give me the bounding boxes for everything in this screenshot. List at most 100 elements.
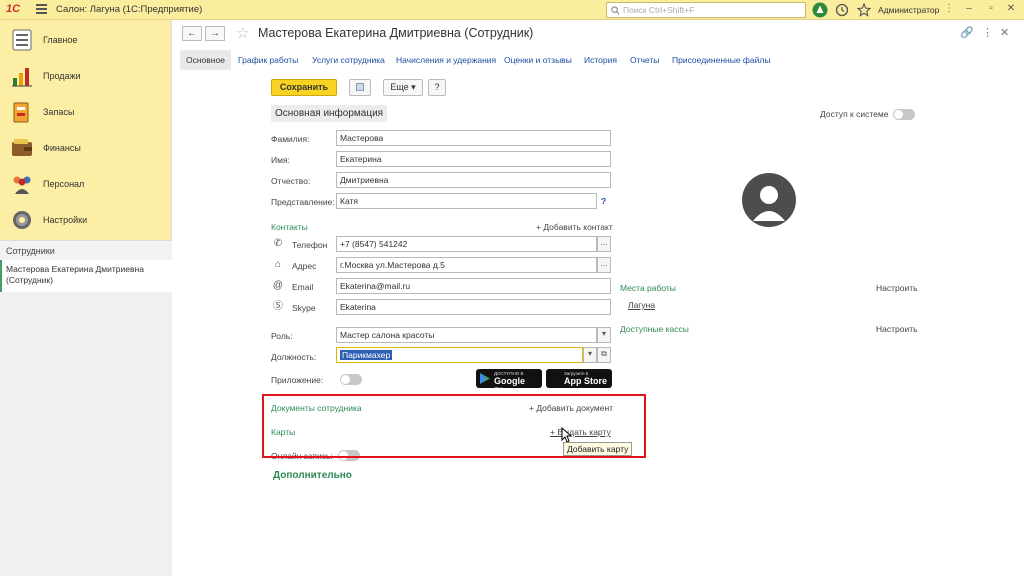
lastname-label: Фамилия: xyxy=(271,134,310,144)
tab-payroll[interactable]: Начисления и удержания xyxy=(390,50,502,70)
phone-select-button[interactable]: ... xyxy=(597,236,611,252)
skype-icon: Ⓢ xyxy=(273,301,283,312)
display-help-icon[interactable]: ? xyxy=(601,196,606,206)
role-field[interactable]: Мастер салона красоты xyxy=(336,327,597,343)
tab-history[interactable]: История xyxy=(578,50,623,70)
cash-header: Доступные кассы xyxy=(620,324,689,334)
app-toggle[interactable] xyxy=(340,374,362,385)
close-window-icon[interactable]: ✕ xyxy=(1004,3,1018,14)
access-toggle[interactable] xyxy=(893,109,915,120)
sidebar-item-sales[interactable]: Продажи xyxy=(0,58,172,94)
title-bar: 1С Салон: Лагуна (1С:Предприятие) Поиск … xyxy=(0,0,1024,20)
sidebar-item-settings[interactable]: Настройки xyxy=(0,202,172,238)
minimize-icon[interactable]: – xyxy=(962,3,976,14)
cash-configure-link[interactable]: Настроить xyxy=(876,324,918,334)
workplaces-configure-link[interactable]: Настроить xyxy=(876,283,918,293)
address-label: Адрес xyxy=(292,261,317,271)
help-button[interactable]: ? xyxy=(428,79,446,96)
home-icon: ⌂ xyxy=(274,259,282,270)
display-name-label: Представление: xyxy=(271,197,335,207)
wallet-icon xyxy=(12,139,32,156)
close-form-icon[interactable]: ✕ xyxy=(1000,26,1009,39)
phone-label: Телефон xyxy=(292,240,328,250)
role-dropdown-button[interactable]: ▾ xyxy=(597,327,611,343)
more-button[interactable]: Еще ▾ xyxy=(383,79,423,96)
forward-button[interactable]: → xyxy=(205,26,225,41)
position-open-button[interactable]: ⧉ xyxy=(597,347,611,363)
current-user[interactable]: Администратор xyxy=(878,5,939,15)
firstname-field[interactable]: Екатерина xyxy=(336,151,611,167)
link-icon[interactable]: 🔗 xyxy=(960,26,974,39)
phone-field[interactable]: +7 (8547) 541242 xyxy=(336,236,597,252)
patronymic-label: Отчество: xyxy=(271,176,311,186)
open-windows-title: Сотрудники xyxy=(6,246,55,256)
open-window-label: Мастерова Екатерина Дмитриевна (Сотрудни… xyxy=(6,264,144,285)
box-icon xyxy=(13,102,29,123)
sidebar-item-staff[interactable]: Персонал xyxy=(0,166,172,202)
display-name-field[interactable]: Катя xyxy=(336,193,597,209)
open-windows-header: Сотрудники xyxy=(0,240,172,260)
gear-icon xyxy=(13,211,31,229)
lastname-field[interactable]: Мастерова xyxy=(336,130,611,146)
sidebar-item-stock[interactable]: Запасы xyxy=(0,94,172,130)
email-label: Email xyxy=(292,282,314,292)
tab-services[interactable]: Услуги сотрудника xyxy=(306,50,391,70)
search-icon xyxy=(611,6,620,15)
contacts-header: Контакты xyxy=(271,222,308,232)
section-main-info: Основная информация xyxy=(271,105,388,122)
tab-reviews[interactable]: Оценки и отзывы xyxy=(498,50,578,70)
app-store-badge[interactable]: Загрузите в App Store xyxy=(546,369,612,388)
floppy-icon xyxy=(356,83,364,91)
sidebar-item-main[interactable]: Главное xyxy=(0,22,172,58)
google-play-icon xyxy=(480,373,490,384)
sidebar-empty-area xyxy=(0,292,172,576)
position-field[interactable]: Парикмахер xyxy=(336,347,583,363)
role-label: Роль: xyxy=(271,331,293,341)
menu-lines-icon xyxy=(12,29,32,51)
google-play-badge[interactable]: ДОСТУПНО В Google Play xyxy=(476,369,542,396)
position-label: Должность: xyxy=(271,352,317,362)
add-card-tooltip: Добавить карту xyxy=(563,442,633,456)
sidebar-item-finance[interactable]: Финансы xyxy=(0,130,172,166)
tab-main[interactable]: Основное xyxy=(180,50,231,70)
at-icon: @ xyxy=(272,280,284,291)
workplace-item[interactable]: Лагуна xyxy=(628,300,655,310)
tab-attached-files[interactable]: Присоединенные файлы xyxy=(666,50,776,70)
tab-reports[interactable]: Отчеты xyxy=(624,50,665,70)
sidebar-item-label: Настройки xyxy=(43,215,88,225)
employee-photo[interactable] xyxy=(742,173,796,227)
patronymic-field[interactable]: Дмитриевна xyxy=(336,172,611,188)
save-icon-button[interactable] xyxy=(349,79,371,96)
skype-field[interactable]: Ekaterina xyxy=(336,299,611,315)
skype-label: Skype xyxy=(292,303,316,313)
tab-schedule[interactable]: График работы xyxy=(232,50,304,70)
additional-section-header[interactable]: Дополнительно xyxy=(273,470,352,481)
history-icon[interactable] xyxy=(834,2,850,18)
global-search-input[interactable]: Поиск Ctrl+Shift+F xyxy=(606,2,806,18)
app-logo: 1С xyxy=(6,3,21,15)
favorites-star-icon[interactable] xyxy=(856,2,872,18)
hamburger-menu-icon[interactable] xyxy=(36,4,47,15)
notifications-icon[interactable] xyxy=(812,2,828,18)
people-icon xyxy=(13,176,31,194)
address-field[interactable]: г.Москва ул.Мастерова д.5 xyxy=(336,257,597,273)
position-selected-text: Парикмахер xyxy=(340,350,393,360)
form-menu-icon[interactable]: ⋮ xyxy=(982,26,993,39)
firstname-label: Имя: xyxy=(271,155,290,165)
email-field[interactable]: Ekaterina@mail.ru xyxy=(336,278,611,294)
form-tabs: Основное График работы Услуги сотрудника… xyxy=(180,50,1020,70)
favorite-star-icon[interactable]: ☆ xyxy=(236,24,249,42)
search-placeholder: Поиск Ctrl+Shift+F xyxy=(623,5,695,15)
open-window-item[interactable]: Мастерова Екатерина Дмитриевна (Сотрудни… xyxy=(0,260,172,292)
person-silhouette-icon xyxy=(753,186,785,221)
position-dropdown-button[interactable]: ▾ xyxy=(583,347,597,363)
save-button[interactable]: Сохранить xyxy=(271,79,337,96)
maximize-icon[interactable]: ▫ xyxy=(984,3,998,14)
back-button[interactable]: ← xyxy=(182,26,202,41)
window-menu-icon[interactable]: ⋮ xyxy=(942,3,956,14)
sidebar-item-label: Главное xyxy=(43,35,78,45)
add-contact-link[interactable]: + Добавить контакт xyxy=(536,222,613,232)
mouse-pointer-icon xyxy=(561,427,573,443)
address-select-button[interactable]: ... xyxy=(597,257,611,273)
bar-chart-icon xyxy=(12,68,32,87)
